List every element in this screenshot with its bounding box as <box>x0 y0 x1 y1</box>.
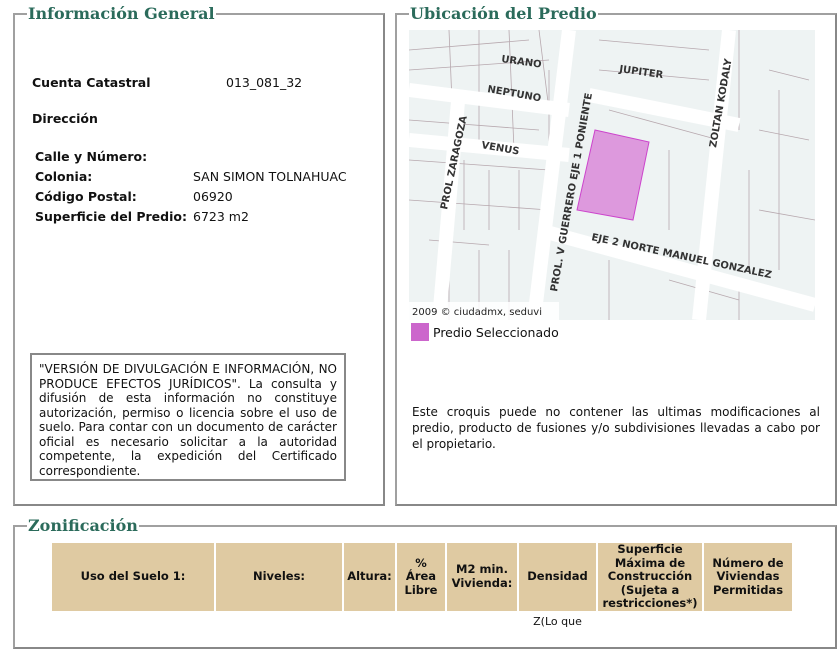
cp-value: 06920 <box>193 189 233 204</box>
street-label: JUPITER <box>618 64 665 81</box>
header-uso-suelo: Uso del Suelo 1: <box>52 543 214 611</box>
header-numero-viviendas: Número de Viviendas Permitidas <box>704 543 792 611</box>
panel-title: Zonificación <box>27 516 139 535</box>
disclaimer-box: "VERSIÓN DE DIVULGACIÓN E INFORMACIÓN, N… <box>30 353 346 481</box>
superficie-label: Superficie del Predio: <box>35 209 187 224</box>
header-m2-min: M2 min. Vivienda: <box>447 543 517 611</box>
calle-label: Calle y Número: <box>35 149 148 164</box>
selected-parcel[interactable] <box>576 129 650 221</box>
legend-label: Predio Seleccionado <box>433 325 559 340</box>
panel-title: Información General <box>27 4 216 23</box>
superficie-value: 6723 m2 <box>193 209 249 224</box>
cuenta-label: Cuenta Catastral <box>32 75 151 90</box>
header-altura: Altura: <box>344 543 395 611</box>
map-note: Este croquis puede no contener las ultim… <box>412 405 820 451</box>
table-cell: Z(Lo que <box>533 615 582 628</box>
header-niveles: Niveles: <box>216 543 342 611</box>
location-map[interactable]: URANO NEPTUNO JUPITER VENUS PROL ZARAGOZ… <box>409 30 815 320</box>
map-drawing: URANO NEPTUNO JUPITER VENUS PROL ZARAGOZ… <box>409 30 815 320</box>
direccion-label: Dirección <box>32 111 98 126</box>
header-superficie-maxima: Superficie Máxima de Construcción (Sujet… <box>598 542 702 611</box>
zonificacion-table: Uso del Suelo 1: Niveles: Altura: % Área… <box>50 542 794 633</box>
colonia-label: Colonia: <box>35 169 93 184</box>
colonia-value: SAN SIMON TOLNAHUAC <box>193 169 347 184</box>
panel-title: Ubicación del Predio <box>409 4 598 23</box>
cuenta-value: 013_081_32 <box>226 75 303 90</box>
header-densidad: Densidad <box>519 543 596 611</box>
legend-swatch <box>411 323 429 341</box>
header-area-libre: % Área Libre <box>397 543 445 611</box>
map-copyright: 2009 © ciudadmx, seduvi <box>412 307 542 318</box>
cp-label: Código Postal: <box>35 189 137 204</box>
street-label: URANO <box>501 54 543 71</box>
